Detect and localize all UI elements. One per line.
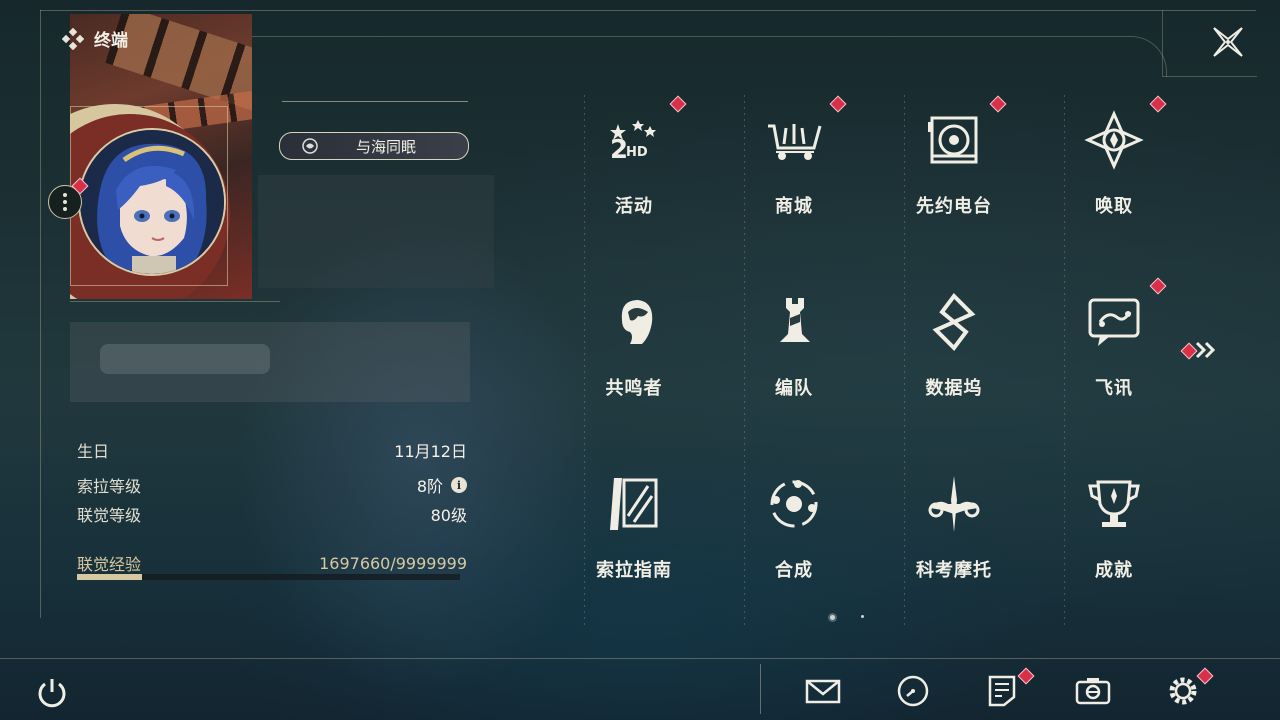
frame-bottom-line <box>0 658 1280 659</box>
menu-item[interactable]: 科考摩托 <box>874 456 1034 606</box>
page-indicator-1[interactable] <box>830 615 835 620</box>
svg-text:HD: HD <box>626 145 648 160</box>
menu-item-label: 成就 <box>1095 560 1133 581</box>
page-indicator-2[interactable] <box>861 615 864 618</box>
frame-left-line <box>40 10 41 618</box>
menu-item-label: 科考摩托 <box>916 560 992 581</box>
menu-item-label: 编队 <box>775 378 813 399</box>
menu-item[interactable]: 数据坞 <box>874 274 1034 424</box>
notification-badge <box>829 95 847 113</box>
events-2hd-icon: 2 HD <box>604 110 664 170</box>
avatar[interactable] <box>78 128 226 276</box>
birthday-row: 生日 11月12日 <box>77 438 467 462</box>
menu-item[interactable]: 索拉指南 <box>554 456 714 606</box>
menu-item[interactable]: 唤取 <box>1034 92 1194 242</box>
more-dots-icon <box>63 193 67 211</box>
menu-item-label: 唤取 <box>1095 196 1133 217</box>
sola-level-value: 8阶 <box>416 477 443 496</box>
bottom-separator <box>760 664 761 714</box>
birthday-value: 11月12日 <box>394 442 467 461</box>
title-emblem-icon <box>302 138 318 154</box>
union-level-row: 联觉等级 80级 <box>77 502 467 526</box>
radio-icon <box>924 110 984 170</box>
settings-gear-icon[interactable] <box>1164 672 1202 710</box>
profile-separator <box>70 301 280 302</box>
shop-cart-icon <box>764 110 824 170</box>
player-title-text: 与海同眠 <box>355 137 416 156</box>
double-chevron-right-icon <box>1195 341 1216 359</box>
info-icon[interactable]: i <box>451 477 467 493</box>
menu-item[interactable]: 先约电台 <box>874 92 1034 242</box>
menu-item[interactable]: 商城 <box>714 92 874 242</box>
blurred-signature-area <box>70 322 470 402</box>
menu-item-label: 飞讯 <box>1095 378 1133 399</box>
union-exp-value: 1697660/9999999 <box>319 553 467 573</box>
clock-icon[interactable] <box>894 672 932 710</box>
menu-item-label: 索拉指南 <box>596 560 672 581</box>
birthday-label: 生日 <box>77 442 110 461</box>
resonator-head-icon <box>604 292 664 352</box>
team-chess-icon <box>764 292 824 352</box>
union-level-value: 80级 <box>430 506 467 525</box>
menu-item[interactable]: 飞讯 <box>1034 274 1194 424</box>
blurred-name-area <box>258 175 494 288</box>
menu-item[interactable]: 合成 <box>714 456 874 606</box>
menu-item-label: 数据坞 <box>925 378 983 399</box>
menu-item-label: 商城 <box>775 196 813 217</box>
notification-badge <box>989 95 1007 113</box>
sola-level-row: 索拉等级 8阶 i <box>77 473 467 497</box>
page-title: 终端 <box>94 31 128 51</box>
frame-top-line <box>40 10 1256 11</box>
name-underline <box>282 101 468 102</box>
player-title-badge[interactable]: 与海同眠 <box>279 132 469 160</box>
menu-item[interactable]: 成就 <box>1034 456 1194 606</box>
camera-icon[interactable] <box>1074 672 1112 710</box>
sola-level-label: 索拉等级 <box>77 477 142 496</box>
menu-item-label: 活动 <box>615 196 653 217</box>
union-exp-row: 联觉经验 1697660/9999999 <box>77 551 467 575</box>
convene-star-icon <box>1084 110 1144 170</box>
union-exp-label: 联觉经验 <box>77 555 142 574</box>
close-icon[interactable] <box>1210 24 1246 60</box>
union-level-label: 联觉等级 <box>77 506 142 525</box>
menu-item-label: 合成 <box>775 560 813 581</box>
notification-badge <box>1149 277 1167 295</box>
trophy-icon <box>1084 474 1144 534</box>
frame-arc <box>250 36 1167 77</box>
menu-item[interactable]: 编队 <box>714 274 874 424</box>
union-exp-bar <box>77 574 460 580</box>
motorcycle-icon <box>924 474 984 534</box>
union-exp-fill <box>77 574 143 580</box>
menu-item-label: 先约电台 <box>916 196 992 217</box>
message-bubble-icon <box>1084 292 1144 352</box>
header: 终端 <box>62 26 128 51</box>
menu-item[interactable]: 2 HD 活动 <box>554 92 714 242</box>
terminal-diamond-icon <box>62 27 84 50</box>
notification-badge <box>669 95 687 113</box>
menu-item-label: 共鸣者 <box>605 378 663 399</box>
menu-item[interactable]: 共鸣者 <box>554 274 714 424</box>
next-page-button[interactable] <box>1194 340 1220 360</box>
power-icon[interactable] <box>34 675 70 711</box>
guide-book-icon <box>604 474 664 534</box>
mail-icon[interactable] <box>804 672 842 710</box>
notification-badge <box>1149 95 1167 113</box>
synthesis-icon <box>764 474 824 534</box>
data-bank-icon <box>924 292 984 352</box>
notice-icon[interactable] <box>984 672 1022 710</box>
